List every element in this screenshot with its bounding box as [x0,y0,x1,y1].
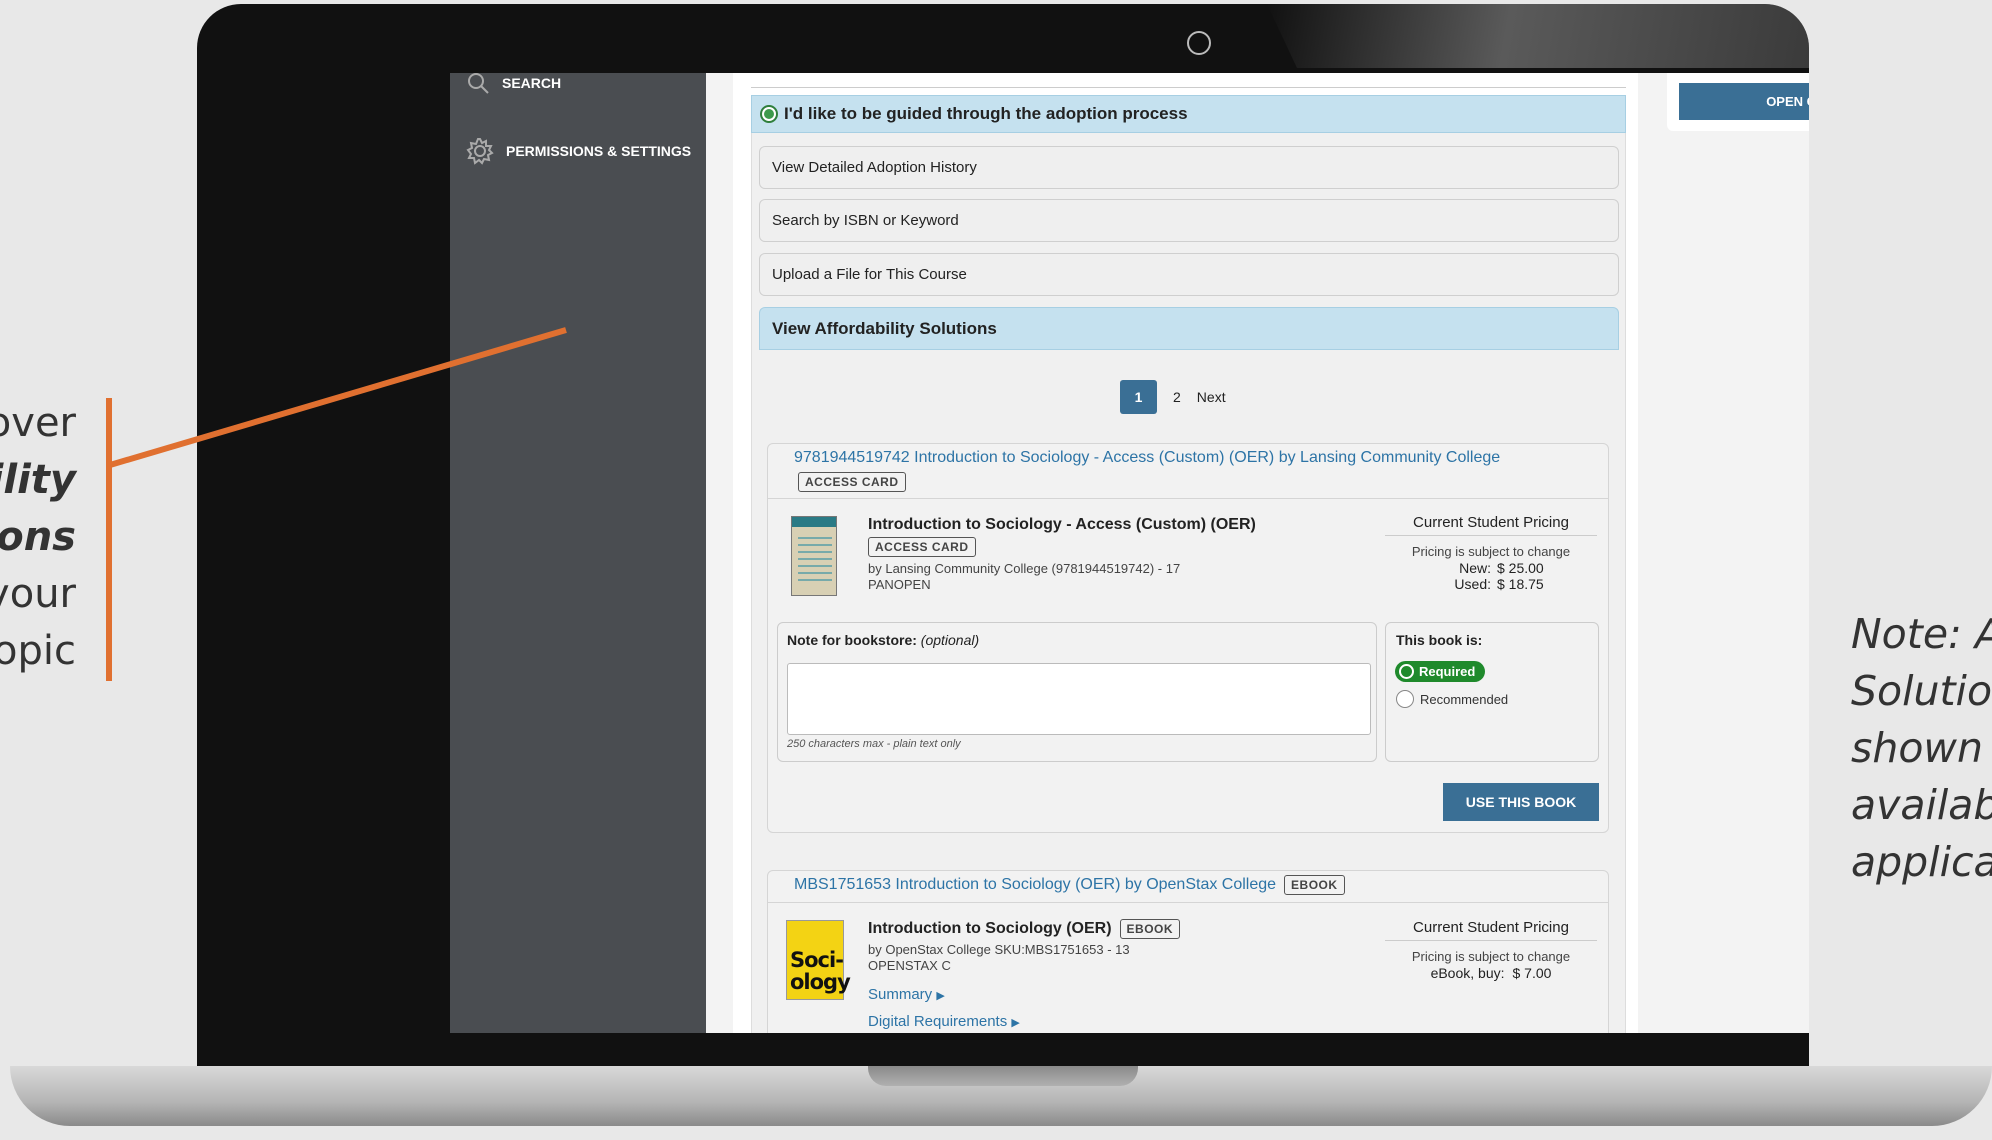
laptop-notch [868,1066,1138,1086]
annotation-pointer-line [109,327,567,468]
